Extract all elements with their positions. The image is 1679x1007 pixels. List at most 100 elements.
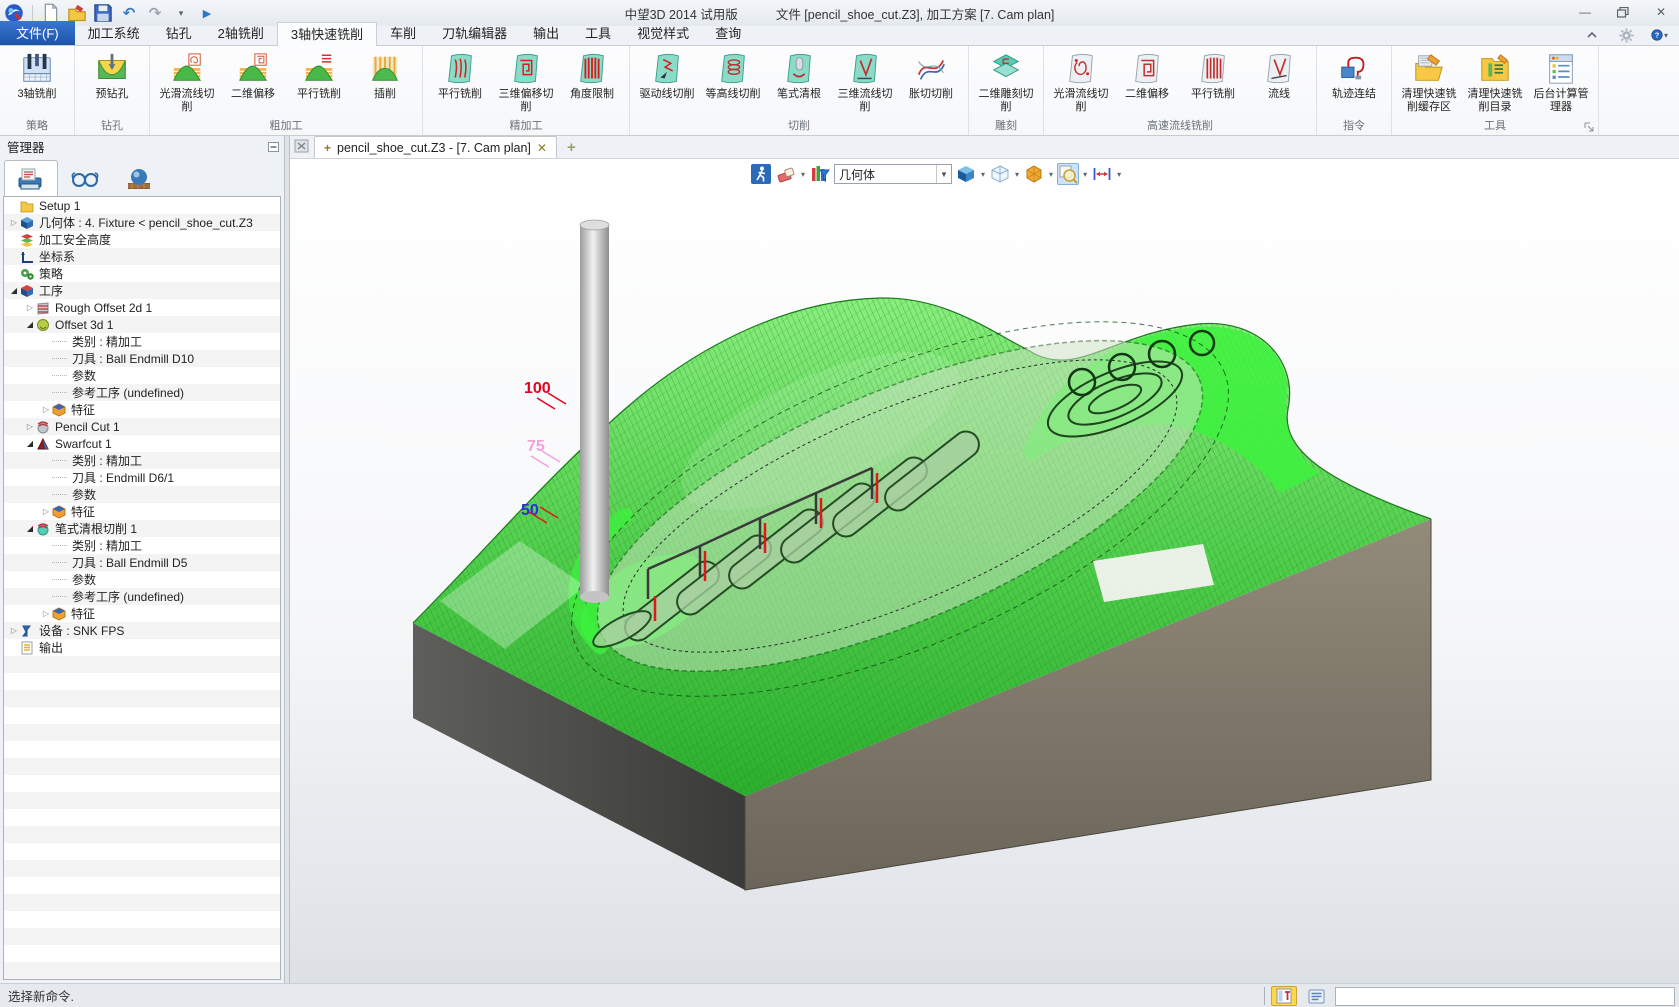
ribbon-item-三维流线切削[interactable]: 三维流线切削 xyxy=(832,48,898,114)
new-file-icon[interactable] xyxy=(41,3,61,23)
tree-row[interactable]: 刀具 : Endmill D6/1 xyxy=(4,469,280,486)
tree-row[interactable]: ▷设备 : SNK FPS xyxy=(4,622,280,639)
geometry-filter-combobox[interactable]: 几何体▼ xyxy=(834,164,952,184)
tree-row[interactable]: 刀具 : Ball Endmill D5 xyxy=(4,554,280,571)
tree-row[interactable]: ▷特征 xyxy=(4,503,280,520)
shaded-cube-icon[interactable] xyxy=(955,163,977,185)
undo-icon[interactable]: ↶ xyxy=(119,3,139,23)
ribbon-item-光滑流线切削[interactable]: 光滑流线切削 xyxy=(154,48,220,114)
ribbon-item-插削[interactable]: 插削 xyxy=(352,48,418,101)
menu-tab-1[interactable]: 加工系统 xyxy=(75,21,153,45)
menu-tab-3[interactable]: 2轴铣削 xyxy=(205,21,277,45)
ribbon-item-驱动线切削[interactable]: 驱动线切削 xyxy=(634,48,700,101)
ribbon-item-平行铣削[interactable]: 平行铣削 xyxy=(1180,48,1246,101)
chevron-down-icon[interactable]: ▾ xyxy=(1048,170,1054,179)
tree-row[interactable]: ▷Rough Offset 2d 1 xyxy=(4,299,280,316)
menu-tab-file[interactable]: 文件(F) xyxy=(0,21,75,45)
filter-icon[interactable] xyxy=(809,163,831,185)
new-tab-button[interactable]: + xyxy=(557,139,586,158)
command-input[interactable] xyxy=(1335,987,1675,1006)
menu-tab-4[interactable]: 3轴快速铣削 xyxy=(277,22,377,46)
expander-icon[interactable]: ▷ xyxy=(40,507,52,516)
chevron-down-icon[interactable]: ▾ xyxy=(1082,170,1088,179)
panel-minimize-icon[interactable] xyxy=(266,140,280,153)
expander-icon[interactable]: ◢ xyxy=(24,320,36,329)
ribbon-item-3轴铣削[interactable]: 3轴铣削 xyxy=(4,48,70,101)
shaded-poly-icon[interactable] xyxy=(1023,163,1045,185)
tree-row[interactable]: 策略 xyxy=(4,265,280,282)
tree-row[interactable]: 参数 xyxy=(4,367,280,384)
open-file-icon[interactable] xyxy=(67,3,87,23)
tree-row[interactable]: ▷Pencil Cut 1 xyxy=(4,418,280,435)
more-dropdown-icon[interactable]: ▾ xyxy=(171,3,191,23)
ribbon-item-平行铣削[interactable]: 平行铣削 xyxy=(427,48,493,101)
viewport-3d[interactable]: ▾几何体▼▾▾▾▾▾ xyxy=(290,159,1679,983)
expander-icon[interactable]: ▷ xyxy=(40,405,52,414)
tree-row[interactable]: ◢Offset 3d 1 xyxy=(4,316,280,333)
ribbon-item-三维偏移切削[interactable]: 三维偏移切削 xyxy=(493,48,559,114)
eraser-icon[interactable] xyxy=(775,163,797,185)
expander-icon[interactable]: ▷ xyxy=(8,218,20,227)
menu-tab-7[interactable]: 输出 xyxy=(520,21,572,45)
menu-tab-10[interactable]: 查询 xyxy=(702,21,754,45)
menu-tab-9[interactable]: 视觉样式 xyxy=(624,21,702,45)
tree-row[interactable]: ◢Swarfcut 1 xyxy=(4,435,280,452)
ribbon-item-笔式清根[interactable]: 笔式清根 xyxy=(766,48,832,101)
restore-button[interactable] xyxy=(1611,3,1635,21)
tree-row[interactable]: ◢工序 xyxy=(4,282,280,299)
gear-icon[interactable] xyxy=(1617,27,1635,43)
tree-row[interactable]: 类别 : 精加工 xyxy=(4,333,280,350)
tree-row[interactable]: 类别 : 精加工 xyxy=(4,452,280,469)
ribbon-item-角度限制[interactable]: 角度限制 xyxy=(559,48,625,101)
tree-row[interactable]: ▷特征 xyxy=(4,401,280,418)
tree-row[interactable]: ◢笔式清根切削 1 xyxy=(4,520,280,537)
ribbon-item-二维雕刻切削[interactable]: 二维雕刻切削 xyxy=(973,48,1039,114)
tree-row[interactable]: 参考工序 (undefined) xyxy=(4,384,280,401)
tab-material[interactable] xyxy=(112,160,166,196)
close-button[interactable]: ✕ xyxy=(1649,3,1673,21)
tree-row[interactable]: 输出 xyxy=(4,639,280,656)
expander-icon[interactable]: ▷ xyxy=(24,422,36,431)
expander-icon[interactable]: ▷ xyxy=(40,609,52,618)
ribbon-item-预钻孔[interactable]: 预钻孔 xyxy=(79,48,145,101)
dialog-launcher-icon[interactable] xyxy=(1583,121,1595,133)
menu-tab-2[interactable]: 钻孔 xyxy=(153,21,205,45)
input-options-icon[interactable] xyxy=(1271,986,1297,1006)
menu-tab-6[interactable]: 刀轨编辑器 xyxy=(429,21,520,45)
menu-tab-5[interactable]: 车削 xyxy=(377,21,429,45)
chevron-down-icon[interactable]: ▾ xyxy=(1116,170,1122,179)
tree-row[interactable]: 参数 xyxy=(4,571,280,588)
ribbon-item-清理快速铣削缓存区[interactable]: 清理快速铣削缓存区 xyxy=(1396,48,1462,114)
ribbon-item-清理快速铣削目录[interactable]: 清理快速铣削目录 xyxy=(1462,48,1528,114)
zoom-region-icon[interactable] xyxy=(1057,163,1079,185)
expander-icon[interactable]: ◢ xyxy=(24,439,36,448)
ribbon-item-光滑流线切削[interactable]: 光滑流线切削 xyxy=(1048,48,1114,114)
tree-row[interactable]: ▷特征 xyxy=(4,605,280,622)
expander-icon[interactable]: ▷ xyxy=(8,626,20,635)
tree-row[interactable]: 参考工序 (undefined) xyxy=(4,588,280,605)
play-icon[interactable]: ▶ xyxy=(197,3,217,23)
wire-cube-icon[interactable] xyxy=(989,163,1011,185)
collapse-ribbon-icon[interactable] xyxy=(1583,27,1601,43)
minimize-button[interactable]: — xyxy=(1573,3,1597,21)
close-panel-icon[interactable] xyxy=(294,139,310,155)
tree-row[interactable]: 坐标系 xyxy=(4,248,280,265)
expander-icon[interactable]: ▷ xyxy=(24,303,36,312)
tree-row[interactable]: Setup 1 xyxy=(4,197,280,214)
ribbon-item-二维偏移[interactable]: 二维偏移 xyxy=(1114,48,1180,101)
tree-row[interactable]: ▷几何体 : 4. Fixture < pencil_shoe_cut.Z3 xyxy=(4,214,280,231)
tree-row[interactable]: 刀具 : Ball Endmill D10 xyxy=(4,350,280,367)
tab-visibility[interactable] xyxy=(58,160,112,196)
ribbon-item-二维偏移[interactable]: 二维偏移 xyxy=(220,48,286,101)
walk-icon[interactable] xyxy=(750,163,772,185)
ribbon-item-平行铣削[interactable]: 平行铣削 xyxy=(286,48,352,101)
menu-tab-8[interactable]: 工具 xyxy=(572,21,624,45)
chevron-down-icon[interactable]: ▼ xyxy=(936,165,951,183)
help-icon[interactable]: ? ▾ xyxy=(1651,27,1669,43)
chevron-down-icon[interactable]: ▾ xyxy=(800,170,806,179)
document-tab[interactable]: + pencil_shoe_cut.Z3 - [7. Cam plan] ✕ xyxy=(314,136,557,158)
command-log-icon[interactable] xyxy=(1303,986,1329,1006)
ribbon-item-流线[interactable]: 流线 xyxy=(1246,48,1312,101)
chevron-down-icon[interactable]: ▾ xyxy=(980,170,986,179)
ribbon-item-轨迹连结[interactable]: 轨迹连结 xyxy=(1321,48,1387,101)
